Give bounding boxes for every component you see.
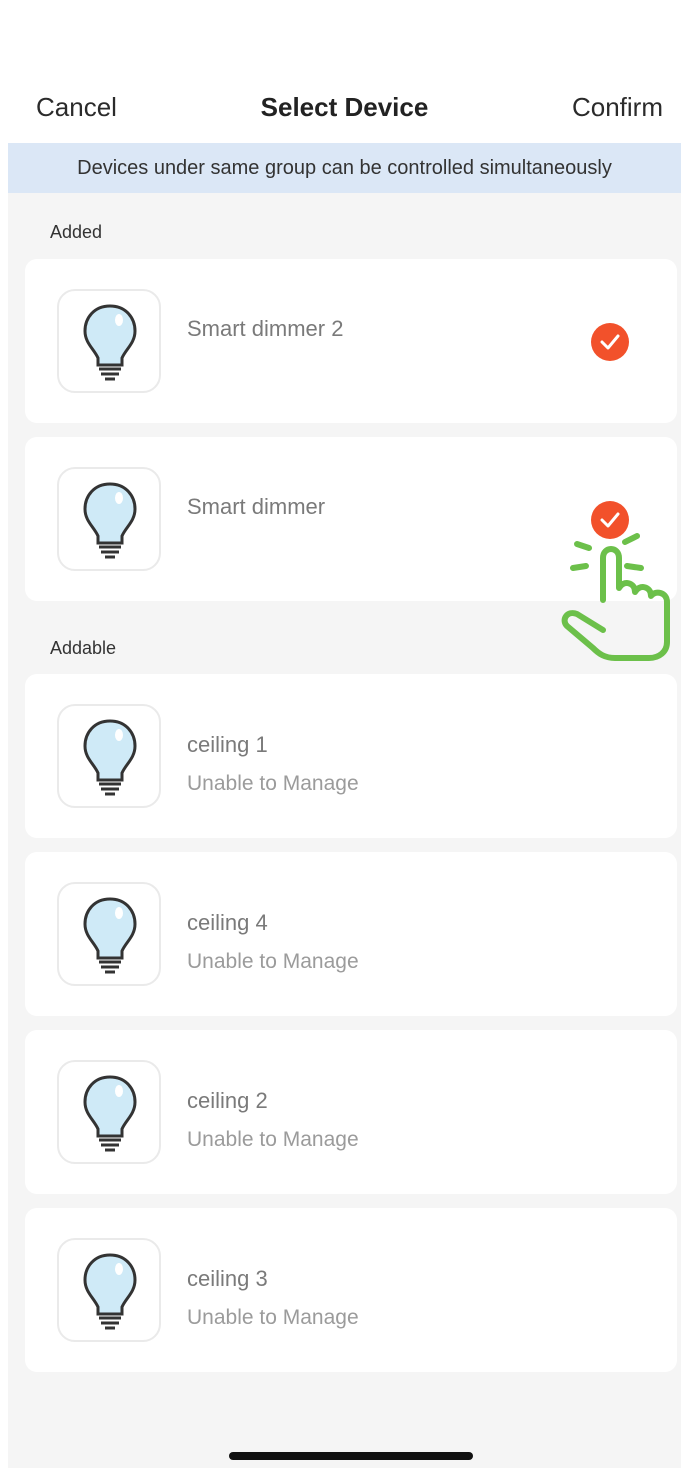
device-icon-box	[57, 289, 161, 393]
light-bulb-icon	[83, 897, 137, 974]
info-banner: Devices under same group can be controll…	[8, 143, 681, 193]
section-label-addable: Addable	[50, 638, 117, 658]
tap-hand-icon	[561, 533, 670, 661]
light-bulb-icon	[83, 304, 137, 381]
device-icon-box	[57, 1060, 161, 1164]
device-card-addable[interactable]: ceiling 1 Unable to Manage	[25, 674, 677, 838]
device-name: ceiling 3	[187, 1266, 268, 1291]
selected-check-icon[interactable]	[591, 323, 629, 361]
light-bulb-icon	[83, 719, 137, 796]
device-name: ceiling 1	[187, 732, 268, 757]
device-select-screen: Cancel Select Device Confirm Devices und…	[8, 0, 681, 1468]
device-name: Smart dimmer 2	[187, 316, 344, 341]
device-icon-box	[57, 1238, 161, 1342]
light-bulb-icon	[83, 1075, 137, 1152]
device-name: Smart dimmer	[187, 494, 326, 519]
device-icon-box	[57, 882, 161, 986]
home-indicator[interactable]	[229, 1452, 473, 1460]
confirm-button[interactable]: Confirm	[572, 92, 663, 123]
nav-bar: Cancel Select Device Confirm	[8, 80, 681, 138]
device-card-addable[interactable]: ceiling 4 Unable to Manage	[25, 852, 677, 1016]
device-name: ceiling 4	[187, 910, 268, 935]
device-status: Unable to Manage	[187, 950, 359, 973]
light-bulb-icon	[83, 1253, 137, 1330]
device-name: ceiling 2	[187, 1088, 268, 1113]
device-card-added[interactable]: Smart dimmer 2	[25, 259, 677, 423]
device-icon-box	[57, 467, 161, 571]
device-status: Unable to Manage	[187, 772, 359, 795]
info-banner-text: Devices under same group can be controll…	[77, 157, 612, 179]
device-status: Unable to Manage	[187, 1306, 359, 1329]
device-status: Unable to Manage	[187, 1128, 359, 1151]
light-bulb-icon	[83, 482, 137, 559]
section-label-added: Added	[50, 222, 103, 242]
device-icon-box	[57, 704, 161, 808]
device-card-addable[interactable]: ceiling 2 Unable to Manage	[25, 1030, 677, 1194]
device-card-addable[interactable]: ceiling 3 Unable to Manage	[25, 1208, 677, 1372]
